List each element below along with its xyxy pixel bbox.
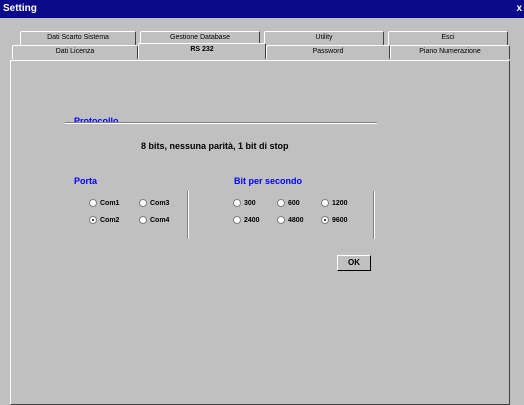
radio-label: 600 <box>288 199 300 207</box>
radio-dot <box>233 216 241 224</box>
baud-group: Bit per secondo <box>225 176 385 242</box>
tab-label: Utility <box>315 34 333 41</box>
settings-window: Dati Scarto Sistema Gestione Database Ut… <box>0 18 524 405</box>
tab-password[interactable]: Password <box>266 45 390 59</box>
radio-com4[interactable]: Com4 <box>139 216 169 224</box>
tab-label: Piano Numerazione <box>419 48 481 55</box>
protocol-summary: 8 bits, nessuna parità, 1 bit di stop <box>141 141 289 151</box>
port-legend: Porta <box>71 176 101 186</box>
radio-dot <box>89 199 97 207</box>
tab-label: RS 232 <box>190 46 214 53</box>
radio-dot <box>277 199 285 207</box>
tab-piano-numerazione[interactable]: Piano Numerazione <box>390 45 510 59</box>
close-icon[interactable]: x <box>516 3 522 14</box>
protocol-divider <box>65 122 377 124</box>
radio-dot <box>321 216 329 224</box>
tab-label: Dati Scarto Sistema <box>47 34 109 41</box>
radio-dot <box>89 216 97 224</box>
radio-600[interactable]: 600 <box>277 199 300 207</box>
radio-dot <box>139 216 147 224</box>
protocol-legend: Protocollo <box>71 116 122 126</box>
tab-label: Esci <box>441 34 455 41</box>
radio-label: Com4 <box>150 216 170 224</box>
radio-9600[interactable]: 9600 <box>321 216 348 224</box>
ok-button[interactable]: OK <box>337 255 371 271</box>
radio-dot <box>139 199 147 207</box>
radio-dot <box>277 216 285 224</box>
radio-label: 9600 <box>332 216 348 224</box>
radio-label: Com2 <box>100 216 120 224</box>
rs232-panel: Protocollo 8 bits, nessuna parità, 1 bit… <box>10 60 510 405</box>
radio-1200[interactable]: 1200 <box>321 199 348 207</box>
radio-300[interactable]: 300 <box>233 199 256 207</box>
radio-2400[interactable]: 2400 <box>233 216 260 224</box>
tab-utility[interactable]: Utility <box>264 31 384 45</box>
baud-legend: Bit per secondo <box>231 176 306 186</box>
radio-label: 2400 <box>244 216 260 224</box>
port-divider <box>187 191 189 239</box>
title-bar: Setting x <box>0 0 524 18</box>
port-group: Porta <box>65 176 185 242</box>
tab-label: Gestione Database <box>170 34 230 41</box>
radio-label: 4800 <box>288 216 304 224</box>
radio-label: Com3 <box>150 199 170 207</box>
tab-dati-licenza[interactable]: Dati Licenza <box>12 45 138 59</box>
radio-dot <box>233 199 241 207</box>
tab-label: Dati Licenza <box>55 48 95 55</box>
ok-label: OK <box>348 258 360 267</box>
tab-label: Password <box>312 48 344 55</box>
radio-label: 1200 <box>332 199 348 207</box>
window-title: Setting <box>3 3 37 14</box>
baud-divider <box>373 191 375 239</box>
radio-com2[interactable]: Com2 <box>89 216 119 224</box>
tab-esci[interactable]: Esci <box>388 31 508 45</box>
radio-com1[interactable]: Com1 <box>89 199 119 207</box>
radio-4800[interactable]: 4800 <box>277 216 304 224</box>
tab-dati-scarto-sistema[interactable]: Dati Scarto Sistema <box>20 31 136 45</box>
tab-rs232[interactable]: RS 232 <box>138 43 266 59</box>
radio-com3[interactable]: Com3 <box>139 199 169 207</box>
radio-dot <box>321 199 329 207</box>
radio-label: 300 <box>244 199 256 207</box>
radio-label: Com1 <box>100 199 120 207</box>
